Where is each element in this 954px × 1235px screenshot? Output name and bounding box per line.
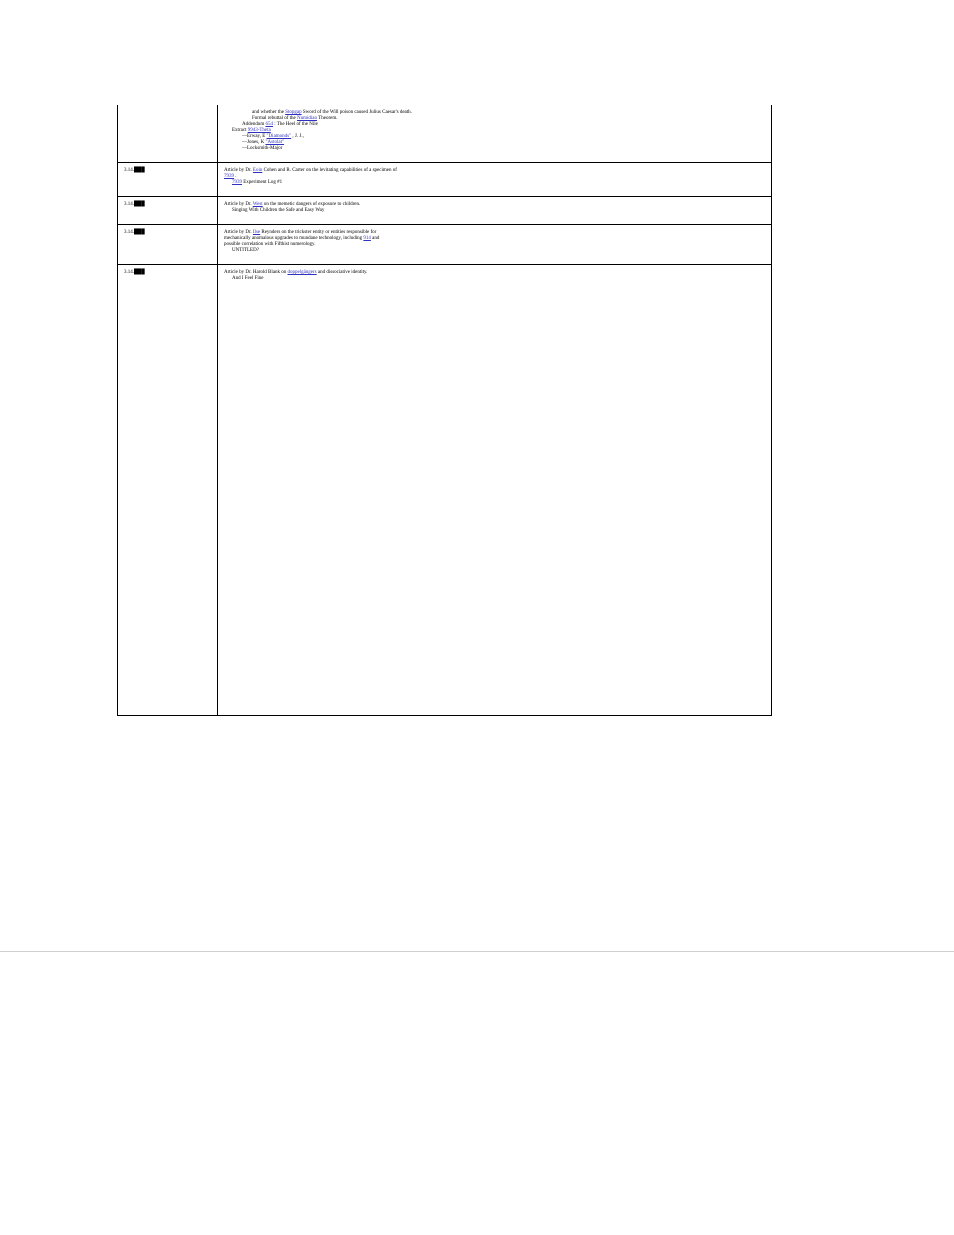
text: Reynders on the trickster entity or enti… — [261, 230, 376, 235]
date-text: 3.14.███ — [124, 168, 145, 173]
table-row: 3.14.███ Article by Dr. Harold Blank on … — [118, 265, 772, 716]
text: : The Heel of the Nile — [274, 122, 318, 127]
date-cell: 3.14.███ — [118, 265, 218, 716]
text: and dissociative identity. — [318, 270, 368, 275]
text: Cohen and R. Carter on the levitating ca… — [264, 168, 397, 173]
text: —Jones, K — [242, 140, 265, 145]
date-text: 3.14.███ — [124, 202, 145, 207]
content-cell: Article by Dr. Harold Blank on doppelgän… — [218, 265, 772, 716]
content-cell: and whether the Stopgap Sword of the Wil… — [218, 105, 772, 163]
link-eoin[interactable]: Eoin — [253, 168, 262, 173]
text: Theorem. — [318, 116, 337, 121]
link-9943[interactable]: 9943-Theta — [248, 128, 271, 133]
text: Extract — [232, 128, 248, 133]
text: mechanically anomalous upgrades to munda… — [224, 236, 363, 241]
document-page: and whether the Stopgap Sword of the Wil… — [0, 0, 954, 952]
link-ilse[interactable]: Ilse — [253, 230, 260, 235]
text: Formal rebuttal of the — [252, 116, 297, 121]
link-654[interactable]: 654 — [265, 122, 273, 127]
text: and whether the — [252, 110, 285, 115]
table-row: and whether the Stopgap Sword of the Wil… — [118, 105, 772, 163]
text: And I Feel Fine — [224, 276, 765, 282]
text: , J. J., — [292, 134, 303, 139]
link-diamonds[interactable]: "Diamonds" — [267, 134, 292, 139]
link-west[interactable]: West — [253, 202, 263, 207]
link-914[interactable]: 914 — [363, 236, 371, 241]
link-numidian[interactable]: Numidian — [297, 116, 317, 121]
date-cell: 3.14.███ — [118, 225, 218, 265]
date-cell — [118, 105, 218, 163]
text: on the memetic dangers of exposure to ch… — [264, 202, 360, 207]
text: Article by Dr. — [224, 168, 253, 173]
date-text: 3.14.███ — [124, 270, 145, 275]
article-table: and whether the Stopgap Sword of the Wil… — [117, 105, 772, 716]
content-cell: Article by Dr. Ilse Reynders on the tric… — [218, 225, 772, 265]
date-text: 3.14.███ — [124, 230, 145, 235]
text: Sword of the Will poison caused Julius C… — [303, 110, 412, 115]
link-7939a[interactable]: 7939 — [224, 174, 234, 179]
text: Singing With Children the Safe and Easy … — [224, 208, 765, 214]
text: —Locksmith-Major — [224, 146, 765, 152]
text: Article by Dr. Harold Blank on — [224, 270, 287, 275]
content-cell: Article by Dr. West on the memetic dange… — [218, 197, 772, 225]
text: Addendum — [242, 122, 265, 127]
text: and — [372, 236, 379, 241]
link-7939b[interactable]: 7939 — [232, 180, 242, 185]
table-row: 3.14.███ Article by Dr. West on the meme… — [118, 197, 772, 225]
text: Experiment Log #1 — [243, 180, 282, 185]
content-cell: Article by Dr. Eoin Cohen and R. Carter … — [218, 163, 772, 197]
link-astolat[interactable]: "Astolat" — [265, 140, 284, 145]
table-row: 3.14.███ Article by Dr. Eoin Cohen and R… — [118, 163, 772, 197]
link-stopgap[interactable]: Stopgap — [285, 110, 301, 115]
text: Article by Dr. — [224, 230, 253, 235]
table-row: 3.14.███ Article by Dr. Ilse Reynders on… — [118, 225, 772, 265]
link-doppel[interactable]: doppelgängers — [287, 270, 316, 275]
text: UNTITLED? — [224, 248, 765, 254]
date-cell: 3.14.███ — [118, 197, 218, 225]
text: Article by Dr. — [224, 202, 253, 207]
text: . — [235, 174, 236, 179]
text: —Erway, E — [242, 134, 267, 139]
date-cell: 3.14.███ — [118, 163, 218, 197]
